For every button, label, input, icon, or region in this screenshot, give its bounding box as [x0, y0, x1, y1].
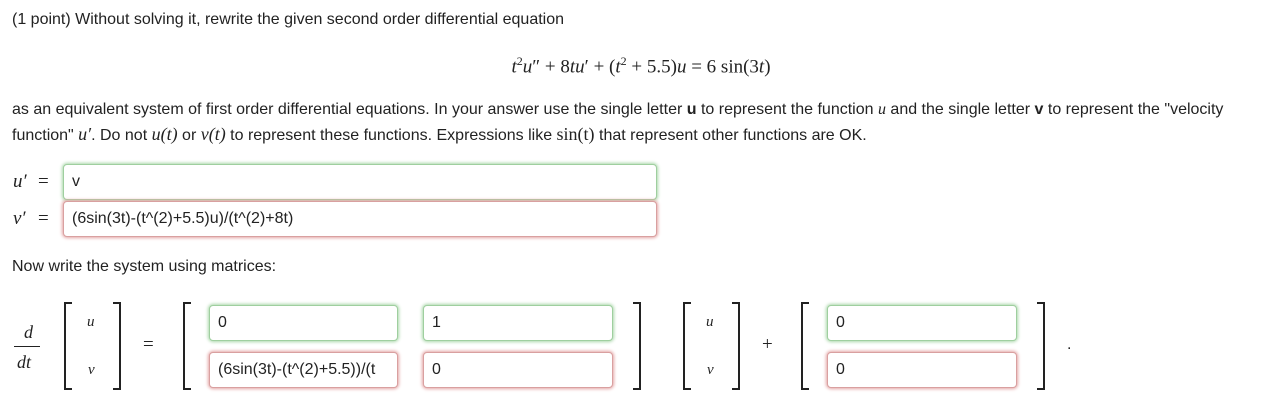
left-vector-close-bracket: [113, 302, 121, 390]
matrix-a21-field[interactable]: (6sin(3t)-(t^(2)+5.5))/(t: [209, 352, 398, 388]
uprime-equals: =: [38, 171, 49, 192]
matrix-a22-field[interactable]: 0: [423, 352, 613, 388]
matrix-period: .: [1067, 336, 1072, 353]
matrix-close-bracket: [633, 302, 641, 390]
matrix-equals: =: [143, 334, 154, 355]
matrix-plus: +: [762, 334, 773, 355]
matrix-prompt: Now write the system using matrices:: [12, 258, 277, 275]
right-vector-v: v: [707, 362, 714, 378]
differential-equation: t2u″ + 8tu′ + (t2 + 5.5)u = 6 sin(3t): [511, 54, 771, 78]
left-vector-open-bracket: [64, 302, 72, 390]
right-vector-open-bracket: [683, 302, 691, 390]
forcing-vector-open-bracket: [801, 302, 809, 390]
derivative-denominator: dt: [17, 352, 32, 372]
problem-intro: (1 point) Without solving it, rewrite th…: [12, 11, 565, 28]
vprime-equals: =: [38, 208, 49, 229]
forcing-b2-field[interactable]: 0: [827, 352, 1017, 388]
derivative-numerator: d: [24, 322, 33, 342]
left-vector-v: v: [88, 362, 95, 378]
forcing-b1-field[interactable]: 0: [827, 305, 1017, 341]
matrix-open-bracket: [183, 302, 191, 390]
fraction-bar: [14, 346, 40, 347]
vprime-label: v′: [13, 208, 26, 229]
right-vector-close-bracket: [732, 302, 740, 390]
forcing-vector-close-bracket: [1037, 302, 1045, 390]
right-vector-u: u: [706, 314, 714, 330]
uprime-answer-field[interactable]: v: [63, 164, 657, 200]
uprime-label: u′: [13, 171, 27, 192]
instructions-paragraph: as an equivalent system of first order d…: [12, 101, 1224, 144]
vprime-answer-field[interactable]: (6sin(3t)-(t^(2)+5.5)u)/(t^(2)+8t): [63, 201, 657, 237]
matrix-a11-field[interactable]: 0: [209, 305, 398, 341]
left-vector-u: u: [87, 314, 95, 330]
matrix-a12-field[interactable]: 1: [423, 305, 613, 341]
